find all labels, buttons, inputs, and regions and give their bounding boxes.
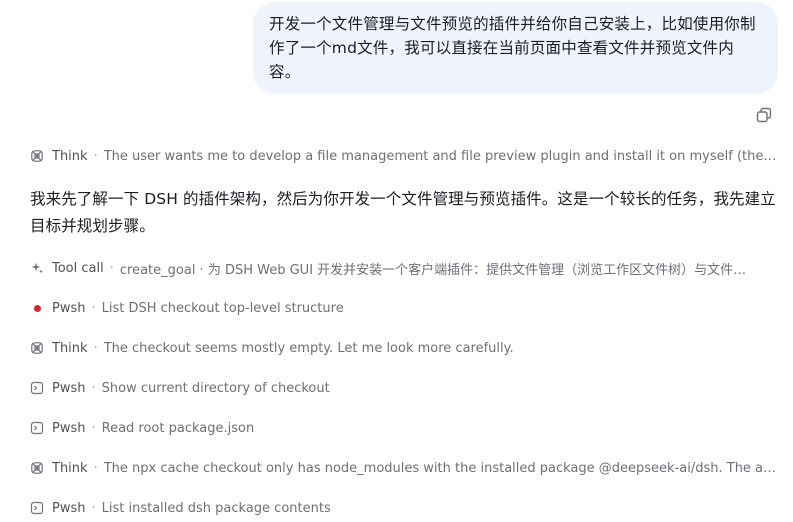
step-description: create_goal · 为 DSH Web GUI 开发并安装一个客户端插件… bbox=[119, 262, 747, 278]
brain-icon bbox=[30, 341, 44, 355]
assistant-message-text: 我来先了解一下 DSH 的插件架构，然后为你开发一个文件管理与预览插件。这是一个… bbox=[30, 190, 776, 235]
step-think[interactable]: Think · The npx cache checkout only has … bbox=[30, 458, 780, 478]
step-kind: Pwsh bbox=[52, 300, 86, 316]
step-pwsh[interactable]: Pwsh · List installed dsh package conten… bbox=[30, 498, 780, 518]
step-separator: · bbox=[93, 340, 98, 356]
step-separator: · bbox=[109, 260, 114, 276]
step-kind: Think bbox=[52, 460, 88, 476]
step-separator: · bbox=[91, 300, 96, 316]
step-kind: Tool call bbox=[52, 260, 104, 276]
step-kind: Think bbox=[52, 340, 88, 356]
step-kind: Pwsh bbox=[52, 420, 86, 436]
step-description: The user wants me to develop a file mana… bbox=[103, 148, 780, 164]
step-think[interactable]: Think · The user wants me to develop a f… bbox=[30, 146, 780, 166]
user-message-text: 开发一个文件管理与文件预览的插件并给你自己安装上，比如使用你制作了一个md文件，… bbox=[269, 15, 756, 81]
copy-button[interactable] bbox=[755, 106, 773, 124]
step-pwsh-running[interactable]: Pwsh · List DSH checkout top-level struc… bbox=[30, 298, 780, 318]
step-kind: Pwsh bbox=[52, 380, 86, 396]
step-tool-call[interactable]: Tool call · create_goal · 为 DSH Web GUI … bbox=[30, 258, 780, 278]
step-description: Show current directory of checkout bbox=[101, 380, 330, 396]
step-separator: · bbox=[91, 420, 96, 436]
brain-icon bbox=[30, 149, 44, 163]
brain-icon bbox=[30, 461, 44, 475]
step-separator: · bbox=[91, 500, 96, 516]
step-think[interactable]: Think · The checkout seems mostly empty.… bbox=[30, 338, 780, 358]
copy-icon bbox=[756, 107, 772, 123]
step-description: The checkout seems mostly empty. Let me … bbox=[103, 340, 514, 356]
step-description: The npx cache checkout only has node_mod… bbox=[103, 460, 780, 476]
user-message-bubble: 开发一个文件管理与文件预览的插件并给你自己安装上，比如使用你制作了一个md文件，… bbox=[253, 2, 778, 94]
step-separator: · bbox=[93, 460, 98, 476]
terminal-icon bbox=[30, 501, 44, 515]
step-separator: · bbox=[91, 380, 96, 396]
sparkle-icon bbox=[30, 261, 44, 275]
step-kind: Think bbox=[52, 148, 88, 164]
step-kind: Pwsh bbox=[52, 500, 86, 516]
terminal-icon bbox=[30, 421, 44, 435]
assistant-message: 我来先了解一下 DSH 的插件架构，然后为你开发一个文件管理与预览插件。这是一个… bbox=[30, 186, 782, 240]
step-description: Read root package.json bbox=[101, 420, 255, 436]
step-description: List installed dsh package contents bbox=[101, 500, 331, 516]
step-description: List DSH checkout top-level structure bbox=[101, 300, 344, 316]
running-dot-icon bbox=[30, 301, 44, 315]
step-pwsh[interactable]: Pwsh · Read root package.json bbox=[30, 418, 780, 438]
step-pwsh[interactable]: Pwsh · Show current directory of checkou… bbox=[30, 378, 780, 398]
step-separator: · bbox=[93, 148, 98, 164]
terminal-icon bbox=[30, 381, 44, 395]
